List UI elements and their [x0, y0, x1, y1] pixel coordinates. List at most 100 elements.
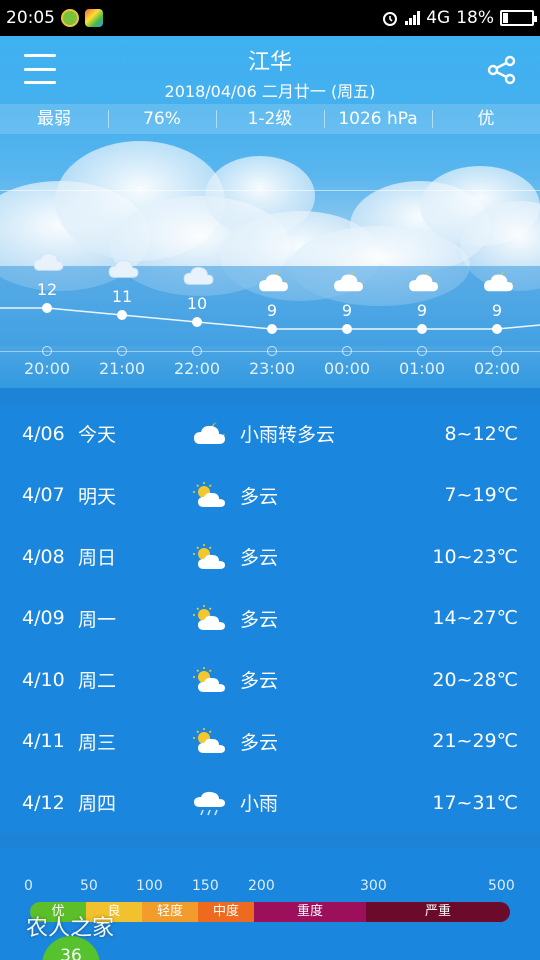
- forecast-description: 多云: [240, 608, 279, 631]
- partly-cloudy-icon: [192, 666, 228, 694]
- city-name[interactable]: 江华: [0, 44, 540, 76]
- daily-forecast-row[interactable]: 4/07 明天 多云 7~19℃: [0, 465, 540, 526]
- hourly-temp: 9: [416, 301, 428, 320]
- forecast-date: 4/07: [22, 484, 65, 506]
- aqi-tick-label: 0: [24, 878, 33, 894]
- forecast-description: 多云: [240, 670, 279, 692]
- date-line: 2018/04/06 二月廿一 (周五): [164, 82, 376, 101]
- forecast-date: 4/06: [22, 422, 65, 445]
- hourly-item: 11 21:00: [87, 241, 157, 388]
- cloud-icon: [182, 262, 216, 288]
- daily-forecast-row[interactable]: 4/08 周日 多云 10~23℃: [0, 526, 540, 587]
- cloud-moon-icon: [332, 269, 366, 295]
- network-type: 4G: [426, 8, 451, 28]
- hourly-time: 20:00: [23, 359, 71, 378]
- hourly-item: 12 20:00: [12, 241, 82, 388]
- aqi-tick-label: 500: [488, 878, 515, 894]
- alarm-icon: [383, 12, 398, 26]
- current-weather-panel: 江华 2018/04/06 二月廿一 (周五) 最弱 76% 1-2级 1026…: [0, 36, 540, 388]
- forecast-date: 4/09: [22, 607, 65, 629]
- hourly-forecast: 12 20:00 11 21:00 10 22:00 9 23:00 9 00:00 9 01:00 9…: [0, 241, 540, 388]
- aqi-level-segment: 严重: [366, 902, 510, 922]
- aqi-tick-label: 150: [192, 878, 219, 894]
- forecast-description: 小雨: [240, 793, 279, 815]
- aqi-level-segment: 中度: [198, 902, 254, 922]
- forecast-temp-range: 17~31℃: [432, 791, 518, 814]
- forecast-day: 周三: [78, 731, 117, 754]
- forecast-date: 4/10: [22, 668, 65, 691]
- light-rain-icon: [192, 789, 228, 817]
- forecast-day: 周日: [78, 547, 117, 569]
- aqi-tick-label: 200: [248, 878, 275, 894]
- timeline-marker: [42, 346, 52, 356]
- hourly-temp: 9: [266, 301, 278, 320]
- forecast-date: 4/12: [22, 791, 65, 814]
- pressure: 1026 hPa: [324, 104, 432, 134]
- info-strip: 最弱 76% 1-2级 1026 hPa 优: [0, 104, 540, 134]
- forecast-description: 多云: [240, 731, 279, 754]
- hourly-temp: 10: [186, 294, 208, 313]
- aqi-level-segment: 轻度: [142, 902, 198, 922]
- signal-icon: [405, 11, 421, 25]
- hourly-time: 23:00: [248, 359, 296, 378]
- forecast-date: 4/11: [22, 730, 65, 752]
- forecast-day: 周一: [78, 608, 117, 631]
- app-notification-icon: [61, 9, 79, 27]
- forecast-temp-range: 14~27℃: [432, 607, 518, 629]
- timeline-marker: [117, 346, 127, 356]
- cloud-moon-icon: [482, 269, 516, 295]
- partly-cloudy-icon: [192, 543, 228, 571]
- hourly-time: 21:00: [98, 359, 146, 378]
- daily-forecast-row[interactable]: 4/10 周二 多云 20~28℃: [0, 649, 540, 710]
- share-icon[interactable]: [486, 54, 518, 86]
- timeline-marker: [342, 346, 352, 356]
- temperature-point: [267, 324, 277, 334]
- hourly-item: 9 00:00: [312, 241, 382, 388]
- hourly-item: 10 22:00: [162, 241, 232, 388]
- partly-cloudy-icon: [192, 727, 228, 755]
- daily-forecast-row[interactable]: 4/06 今天 小雨转多云 8~12℃: [0, 403, 540, 464]
- aqi-tick-label: 300: [360, 878, 387, 894]
- cloud-moon-icon: [257, 269, 291, 295]
- aqi-tick-label: 100: [136, 878, 163, 894]
- timeline-marker: [267, 346, 277, 356]
- daily-forecast-row[interactable]: 4/11 周三 多云 21~29℃: [0, 711, 540, 772]
- humidity: 76%: [108, 104, 216, 134]
- cloud-moon-icon: [192, 420, 228, 448]
- status-bar: 20:05 4G 18%: [0, 0, 540, 36]
- air-quality: 优: [432, 104, 540, 134]
- forecast-day: 今天: [78, 424, 117, 446]
- battery-icon: [500, 10, 537, 26]
- timeline-marker: [417, 346, 427, 356]
- hourly-temp: 9: [341, 301, 353, 320]
- daily-forecast: 4/06 今天 小雨转多云 8~12℃ 4/07 明天 多云 7~19℃ 4/08 周日 多云 10~…: [0, 403, 540, 833]
- forecast-description: 多云: [240, 547, 279, 569]
- forecast-date: 4/08: [22, 545, 65, 568]
- daily-forecast-row[interactable]: 4/09 周一 多云 14~27℃: [0, 588, 540, 649]
- temperature-point: [342, 324, 352, 334]
- forecast-day: 明天: [78, 485, 117, 508]
- uv-index: 最弱: [37, 109, 71, 129]
- forecast-description: 多云: [240, 485, 279, 508]
- forecast-day: 周四: [78, 793, 117, 815]
- hourly-item: 9 02:00: [462, 241, 532, 388]
- hourly-time: 00:00: [323, 359, 371, 378]
- wind-level: 1-2级: [216, 104, 324, 134]
- cloud-icon: [107, 255, 141, 281]
- cloud-moon-icon: [407, 269, 441, 295]
- hourly-time: 02:00: [473, 359, 521, 378]
- battery-percent: 18%: [456, 8, 494, 28]
- divider-line: [0, 190, 540, 191]
- forecast-temp-range: 8~12℃: [444, 422, 518, 445]
- temperature-point: [42, 303, 52, 313]
- timeline-marker: [192, 346, 202, 356]
- aqi-tick-label: 50: [80, 878, 98, 894]
- temperature-point: [492, 324, 502, 334]
- daily-forecast-row[interactable]: 4/12 周四 小雨 17~31℃: [0, 772, 540, 833]
- partly-cloudy-icon: [192, 604, 228, 632]
- aqi-level-segment: 重度: [254, 902, 366, 922]
- temperature-point: [417, 324, 427, 334]
- hourly-temp: 11: [111, 287, 133, 306]
- header: 江华 2018/04/06 二月廿一 (周五): [0, 36, 540, 106]
- forecast-day: 周二: [78, 670, 117, 692]
